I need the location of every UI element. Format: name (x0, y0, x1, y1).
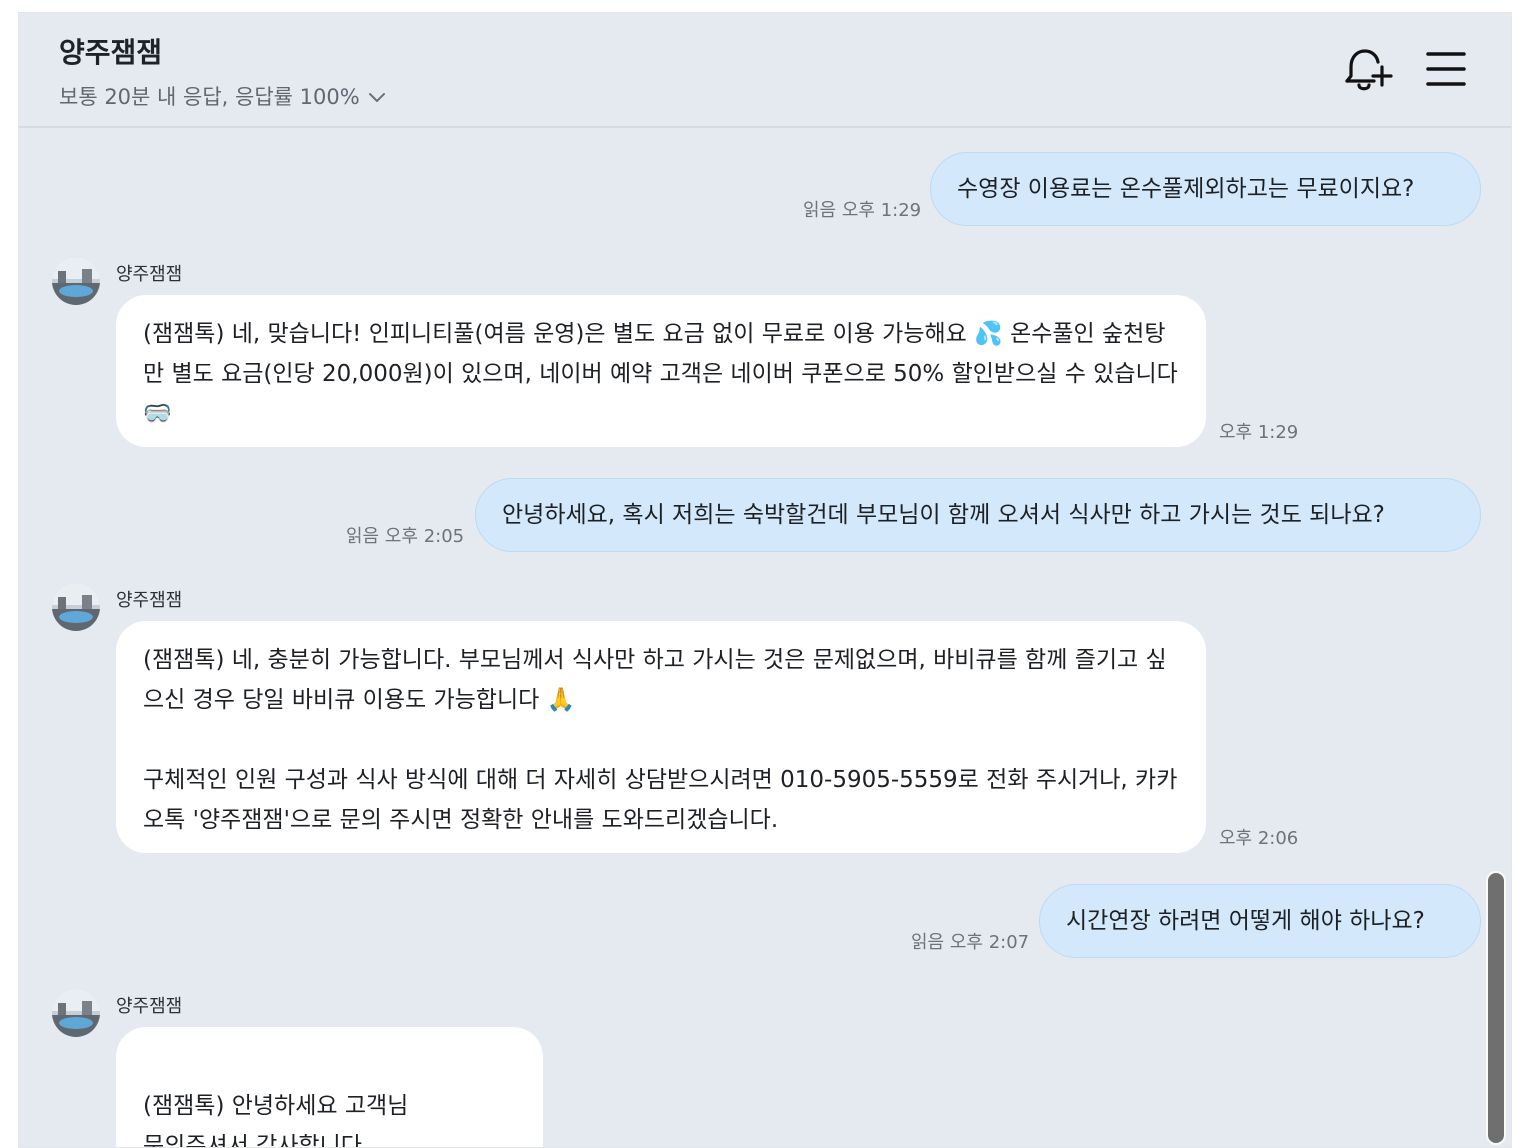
avatar[interactable] (52, 257, 100, 305)
chat-header: 양주잼잼 보통 20분 내 응답, 응답률 100% (19, 13, 1511, 128)
hamburger-menu-icon (1426, 52, 1466, 86)
message-time: 오후 1:29 (841, 200, 922, 221)
message-text: 수영장 이용료는 온수풀제외하고는 무료이지요? (957, 176, 1415, 202)
message-time: 오후 2:06 (1219, 828, 1299, 849)
response-info-dropdown[interactable]: 보통 20분 내 응답, 응답률 100% (59, 81, 386, 111)
bell-plus-icon (1345, 49, 1393, 91)
notification-add-button[interactable] (1340, 43, 1394, 97)
message-paragraph: 구체적인 인원 구성과 식사 방식에 대해 더 자세히 상담받으시려면 010-… (143, 767, 1178, 833)
message-paragraph: (잼잼톡) 네, 맞습니다! 인피니티풀(여름 운영)은 별도 요금 없이 무료… (143, 321, 1178, 427)
message-paragraph: (잼잼톡) 안녕하세요 고객님 문의주셔서 감사합니다 (143, 1093, 409, 1148)
pool-photo-icon (52, 989, 100, 1037)
read-label: 읽음 (911, 932, 945, 953)
scrollbar[interactable] (1486, 871, 1506, 1145)
message-read-status: 읽음 오후 2:07 (911, 928, 1029, 954)
message-text: 안녕하세요, 혹시 저희는 숙박할건데 부모님이 함께 오셔서 식사만 하고 가… (502, 502, 1385, 528)
bot-message-bubble[interactable]: (잼잼톡) 네, 충분히 가능합니다. 부모님께서 식사만 하고 가시는 것은 … (116, 621, 1206, 853)
avatar[interactable] (52, 583, 100, 631)
chat-title: 양주잼잼 (59, 36, 163, 69)
message-read-status: 읽음 오후 1:29 (803, 196, 921, 222)
bot-message-bubble[interactable]: (잼잼톡) 안녕하세요 고객님 문의주셔서 감사합니다 (116, 1027, 543, 1148)
chevron-down-icon (368, 85, 386, 109)
pool-photo-icon (52, 583, 100, 631)
user-message-bubble[interactable]: 시간연장 하려면 어떻게 해야 하나요? (1039, 884, 1481, 958)
bot-message-bubble[interactable]: (잼잼톡) 네, 맞습니다! 인피니티풀(여름 운영)은 별도 요금 없이 무료… (116, 295, 1206, 447)
message-text: 시간연장 하려면 어떻게 해야 하나요? (1066, 908, 1425, 934)
sender-name: 양주잼잼 (116, 590, 183, 611)
pool-photo-icon (52, 257, 100, 305)
sender-name: 양주잼잼 (116, 264, 183, 285)
sender-name: 양주잼잼 (116, 996, 183, 1017)
message-paragraph: (잼잼톡) 네, 충분히 가능합니다. 부모님께서 식사만 하고 가시는 것은 … (143, 647, 1167, 713)
response-info-text: 보통 20분 내 응답, 응답률 100% (59, 85, 360, 109)
read-label: 읽음 (803, 200, 837, 221)
read-label: 읽음 (346, 526, 380, 547)
message-time: 오후 2:07 (949, 932, 1030, 953)
user-message-bubble[interactable]: 안녕하세요, 혹시 저희는 숙박할건데 부모님이 함께 오셔서 식사만 하고 가… (475, 478, 1481, 552)
chat-window: 양주잼잼 보통 20분 내 응답, 응답률 100% 읽음 오후 1:29 수영… (18, 12, 1512, 1148)
message-read-status: 읽음 오후 2:05 (346, 522, 464, 548)
user-message-bubble[interactable]: 수영장 이용료는 온수풀제외하고는 무료이지요? (930, 152, 1481, 226)
scrollbar-thumb[interactable] (1486, 871, 1506, 1145)
message-time: 오후 1:29 (1219, 422, 1299, 443)
menu-button[interactable] (1424, 49, 1468, 89)
avatar[interactable] (52, 989, 100, 1037)
message-time: 오후 2:05 (384, 526, 465, 547)
